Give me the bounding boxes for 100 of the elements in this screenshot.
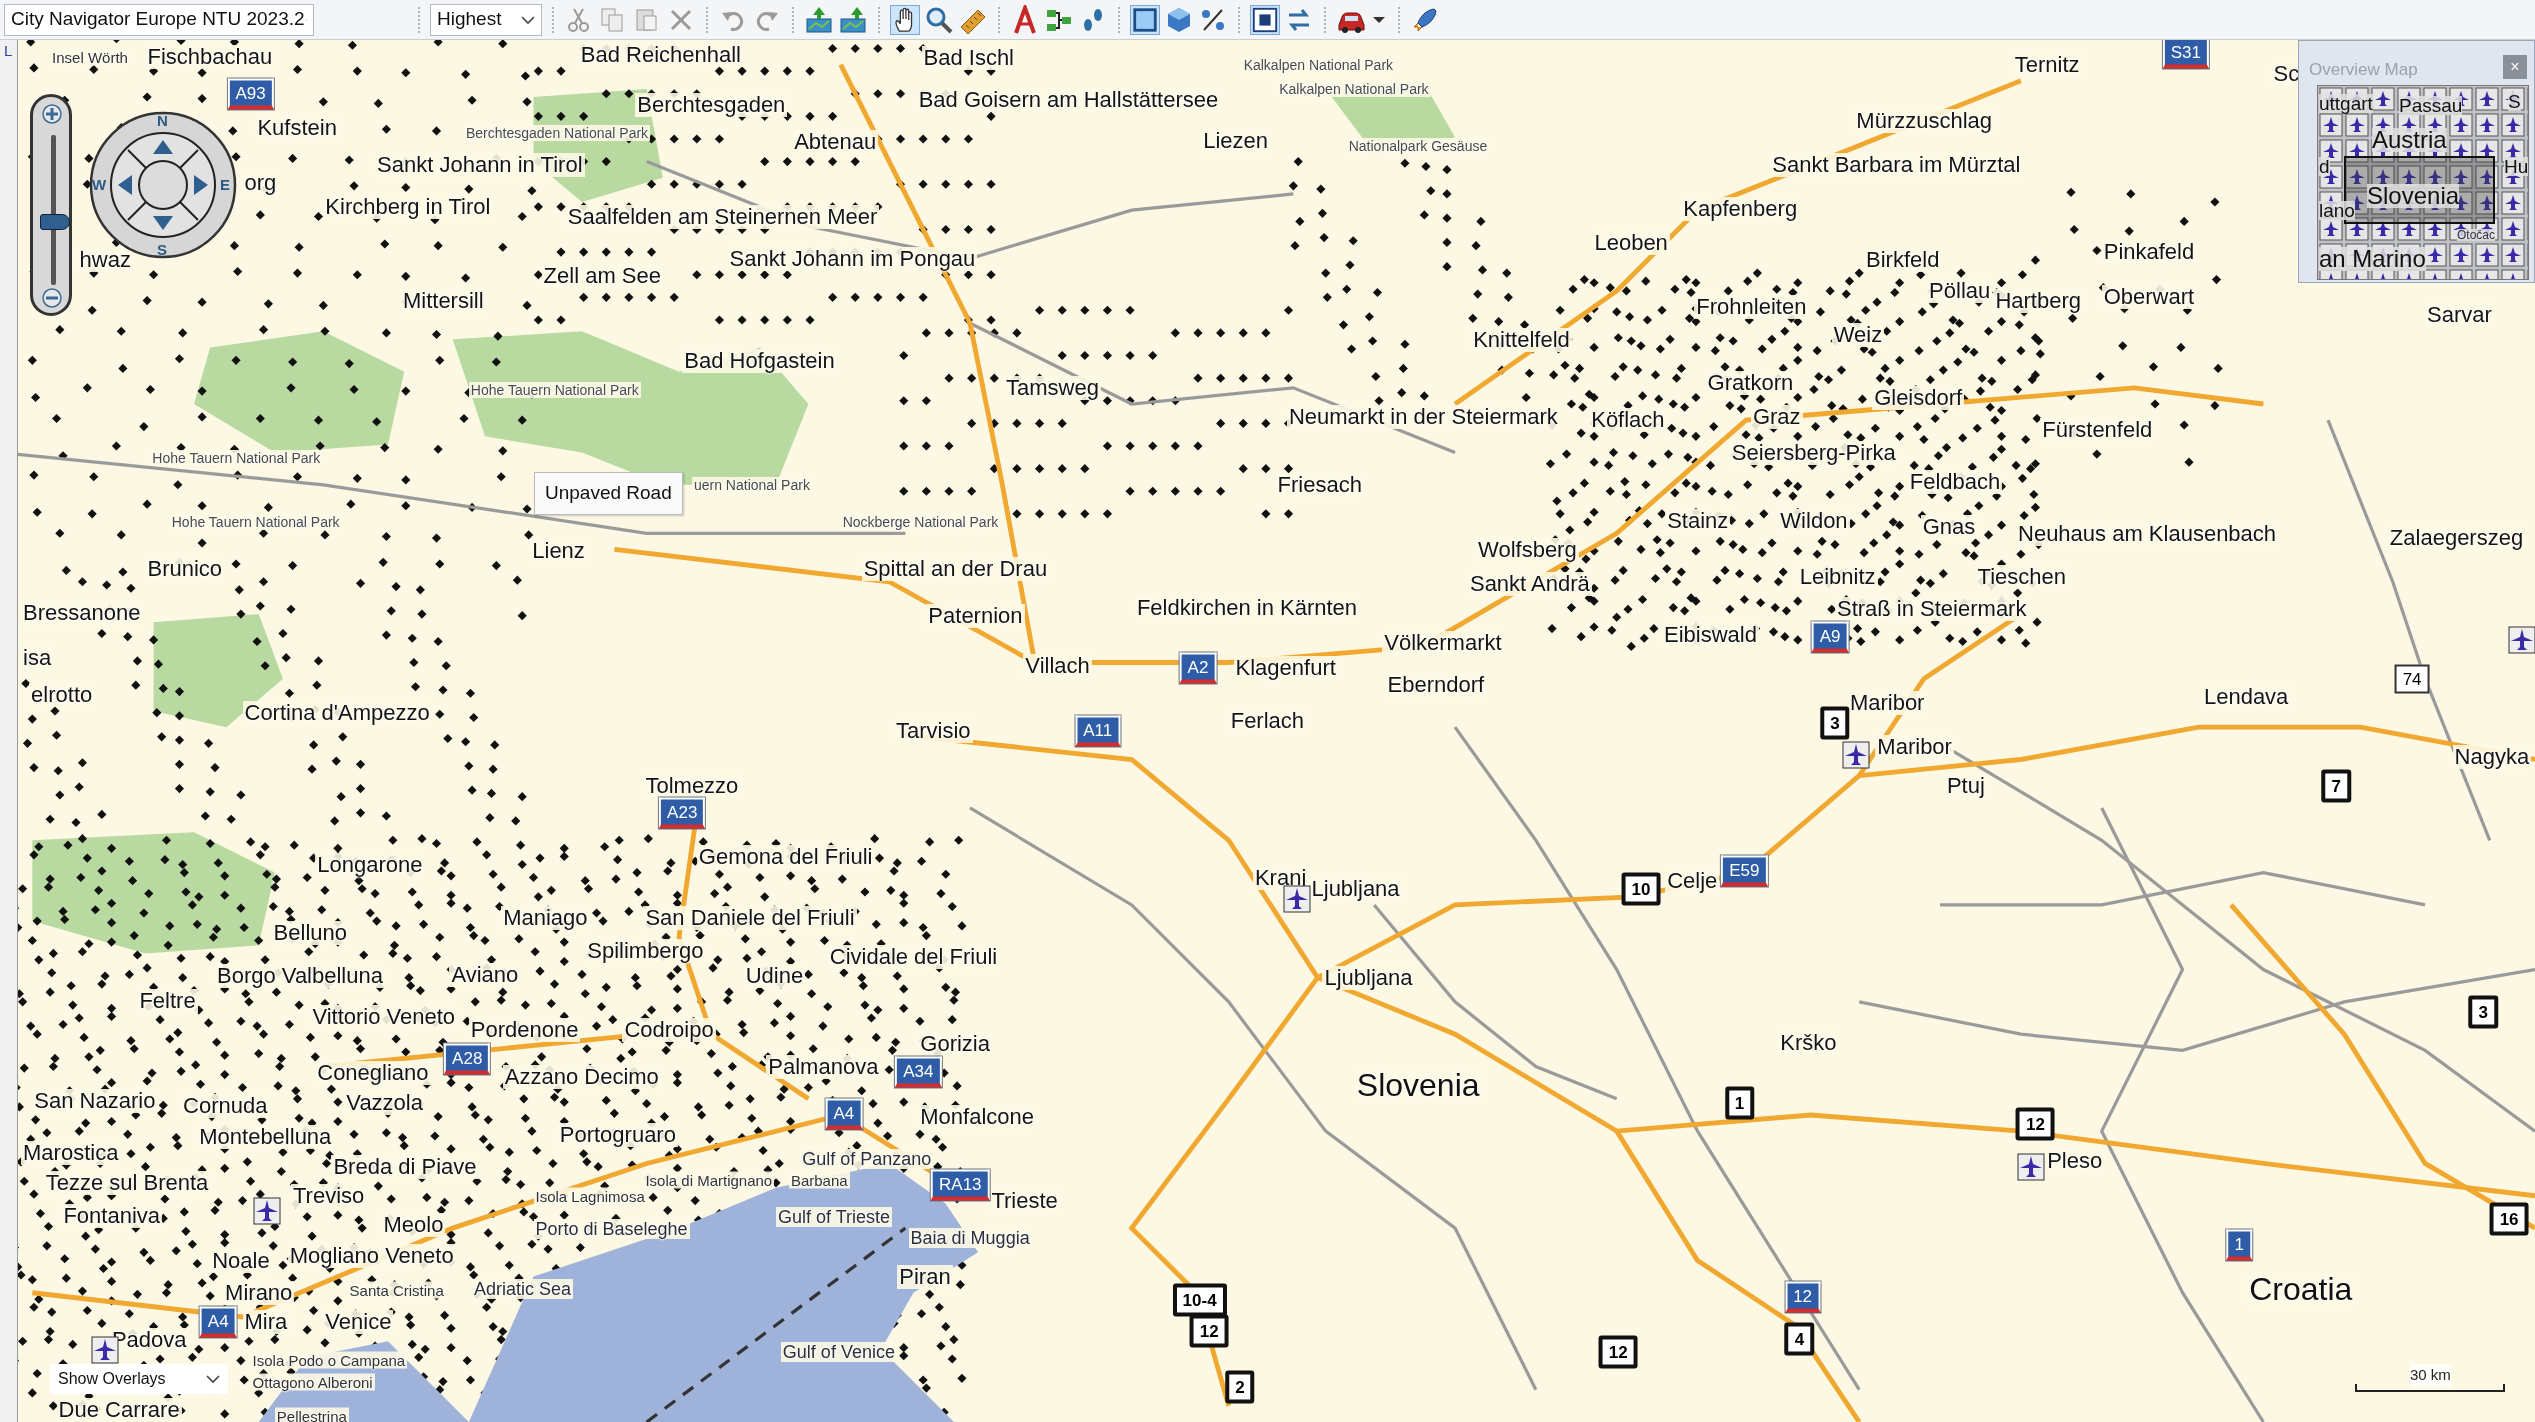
place-label: Isola di Martignano [643,1171,775,1189]
motorway-shield: A4 [199,1306,237,1338]
motorway-shield: A11 [1075,715,1121,747]
motorway-shield: A34 [895,1056,942,1088]
park-label: Hohe Tauern National Park [169,514,342,531]
water-label: Gulf of Trieste [776,1207,893,1228]
place-label: Otočac [2457,229,2495,241]
park-label: Berchtesgaden National Park [464,124,651,141]
park-label: uern National Park [691,477,812,493]
zoom-slider[interactable] [30,94,72,316]
motorway-shield: A9 [1811,621,1849,653]
place-label: Cortina d'Ampezzo [242,700,432,725]
slider-thumb[interactable] [40,214,70,230]
country-label: Austria [2372,128,2447,152]
motorway-shield: A23 [659,797,706,829]
place-label: Mirano [223,1281,295,1306]
scale-label: 30 km [2410,1364,2451,1387]
motorway-shield: 1 [2226,1229,2252,1261]
country-label: Slovenia [2367,184,2460,208]
place-label: Wildon [1778,508,1850,533]
route-shield: 12 [1598,1335,1638,1369]
park-label: Nockberge National Park [840,514,1001,531]
route-shield: 4 [1784,1322,1815,1356]
place-label: Borgo Valbelluna [215,964,385,989]
compass-direction[interactable]: E [220,177,230,192]
place-label: Weiz [1831,322,1885,347]
route-shield: 12 [2015,1107,2055,1141]
place-label: Köflach [1589,408,1667,433]
water-label: Adriatic Sea [472,1278,574,1299]
route-shield: 3 [1820,706,1850,740]
place-label: uttgart [2319,94,2373,113]
place-label: Isola Podo o Campana [250,1351,408,1369]
place-label: Frohnleiten [1694,295,1809,320]
place-label: Birkfeld [1864,248,1942,273]
place-label: Piran [897,1265,953,1290]
detail-dropdown[interactable]: Highest [430,3,542,36]
place-label: Klagenfurt [1233,655,1338,680]
panel-tab-label[interactable]: L [0,40,17,63]
place-label: Gnas [1920,515,1978,540]
place-label: S [2508,92,2521,111]
place-label: Sankt Johann in Tirol [375,152,585,177]
place-label: Spilimbergo [585,938,706,963]
place-label: Mira [242,1310,290,1335]
hand-icon[interactable] [890,4,920,35]
airport-icon [1282,884,1311,913]
route-shield: 10-4 [1172,1283,1227,1317]
compass-direction[interactable]: W [92,177,107,192]
place-label: Tamsweg [1003,376,1101,400]
place-label: Pellestrina [274,1407,349,1422]
place-label: Pordenone [468,1017,581,1042]
place-label: Maniago [501,906,590,931]
place-label: Bad Reichenhall [578,42,743,67]
compass-direction[interactable]: N [157,113,168,128]
place-label: Neumarkt in der Steiermark [1286,405,1560,430]
place-label: Cornuda [181,1093,270,1118]
motorway-shield: RA13 [931,1169,990,1201]
place-label: Breda di Piave [331,1155,479,1180]
place-label: Mogliano Veneto [287,1244,456,1269]
place-label: Celje [1665,869,1720,894]
place-label: San Daniele del Friuli [643,906,857,931]
overlay-dropdown[interactable]: Show Overlays [50,1364,228,1394]
fit-icon[interactable] [1250,4,1280,35]
place-label: Graz [1750,405,1803,430]
place-label: Palmanova [766,1055,881,1079]
route-shield: 7 [2321,769,2351,803]
place-label: Barbana [788,1171,850,1189]
place-label: Sankt Johann im Pongau [727,246,978,271]
place-label: Longarone [315,852,425,877]
select-icon[interactable] [1130,4,1160,35]
place-label: Azzano Decimo [502,1064,661,1089]
airport-icon [2016,1153,2045,1182]
zoom-in-icon[interactable] [41,103,63,125]
motorway-shield: E59 [1721,855,1768,887]
route-shield: 74 [2394,664,2430,694]
panel-title: Overview Map [2309,59,2418,81]
place-label: Aviano [449,962,521,987]
overview-map[interactable]: uttgart Passau S Austria d Hu Slovenia lano an Marino Otočac [2317,85,2529,280]
map-product-dropdown[interactable]: City Navigator Europe NTU 2023.2 [4,3,314,36]
place-label: Bad Hofgastein [682,348,837,373]
place-label: San Nazario [32,1088,158,1113]
place-label: Conegliano [315,1061,431,1086]
motorway-shield: S31 [2162,40,2209,69]
route-shield: 3 [2468,995,2498,1029]
place-label: Marostica [21,1140,121,1165]
place-label: Straß in Steiermark [1834,597,2029,622]
place-label: Maribor [1875,734,1954,759]
place-label: Hartberg [1993,288,2083,313]
route-shield: 1 [1724,1086,1755,1120]
place-label: Saalfelden am Steinernen Meer [565,204,880,229]
place-label: Wolfsberg [1476,537,1579,562]
place-label: Bad Goisern am Hallstättersee [916,88,1221,113]
place-label: Portogruaro [557,1122,678,1147]
compass-direction[interactable]: S [157,242,167,257]
park-label: Hohe Tauern National Park [150,449,323,466]
place-label: Seiersberg-Pirka [1729,440,1898,465]
place-label: Isola Lagnimosa [533,1187,647,1205]
motorway-shield: A93 [227,78,274,110]
motorway-shield: A2 [1179,652,1217,684]
zoom-out-icon[interactable] [41,287,63,309]
water-label: Porto di Baseleghe [533,1218,690,1239]
